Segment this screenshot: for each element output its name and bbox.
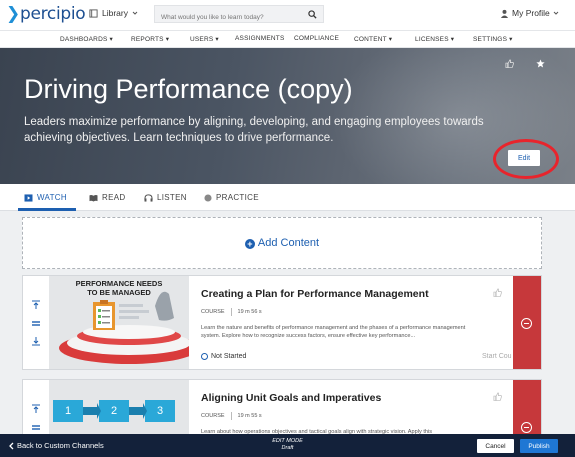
- move-to-top-icon[interactable]: [31, 300, 41, 310]
- active-tab-indicator: [18, 208, 76, 211]
- logo-mark-icon: ❯: [6, 4, 20, 24]
- course-card[interactable]: PERFORMANCE NEEDS TO BE MANAGED Creating…: [22, 275, 542, 370]
- content-type: COURSE: [201, 413, 225, 419]
- tab-read-label: READ: [102, 193, 126, 202]
- minus-circle-icon: [521, 318, 532, 329]
- watch-icon: [24, 193, 33, 202]
- course-duration: 19 m 56 s: [237, 309, 262, 315]
- search-icon[interactable]: [308, 10, 317, 19]
- remove-course-button[interactable]: [513, 276, 541, 369]
- drag-handle-icon[interactable]: [31, 422, 41, 432]
- search-box: [154, 5, 324, 26]
- tab-practice-label: PRACTICE: [216, 193, 259, 202]
- edit-button[interactable]: Edit: [508, 150, 540, 166]
- nav-dashboards[interactable]: DASHBOARDS ▾: [60, 35, 113, 43]
- minus-circle-icon: [521, 422, 532, 433]
- nav-content[interactable]: CONTENT ▾: [354, 35, 392, 43]
- reorder-controls: [23, 276, 49, 369]
- nav-licenses[interactable]: LICENSES ▾: [415, 35, 454, 43]
- tab-watch-label: WATCH: [37, 193, 67, 202]
- status-circle-icon: [201, 353, 208, 360]
- main-nav: DASHBOARDS ▾ REPORTS ▾ USERS ▾ ASSIGNMEN…: [0, 30, 575, 48]
- library-icon: [89, 8, 98, 18]
- course-description: Learn the nature and benefits of perform…: [201, 325, 466, 339]
- step-label: 1: [64, 405, 72, 417]
- logo-text: percipio: [19, 4, 86, 24]
- practice-icon: [204, 193, 212, 202]
- tab-listen-label: LISTEN: [157, 193, 187, 202]
- course-info: Creating a Plan for Performance Manageme…: [201, 276, 512, 369]
- step-label: 2: [110, 405, 118, 417]
- content-type: COURSE: [201, 309, 225, 315]
- headphones-icon: [144, 193, 153, 202]
- media-tabs: WATCH READ LISTEN PRACTICE: [0, 184, 575, 211]
- add-content-button[interactable]: + Add Content: [23, 237, 541, 249]
- chevron-down-icon: [132, 11, 138, 15]
- page-title: Driving Performance (copy): [24, 74, 353, 104]
- course-thumbnail[interactable]: PERFORMANCE NEEDS TO BE MANAGED: [49, 276, 189, 369]
- nav-compliance[interactable]: COMPLIANCE: [294, 35, 339, 42]
- status-label: Not Started: [211, 353, 247, 360]
- drag-handle-icon[interactable]: [31, 318, 41, 328]
- user-icon: [500, 9, 509, 18]
- nav-reports[interactable]: REPORTS ▾: [131, 35, 169, 43]
- library-menu[interactable]: Library: [89, 8, 138, 18]
- search-input[interactable]: [155, 9, 295, 26]
- top-bar: ❯percipio Library My Profile: [0, 0, 575, 30]
- book-icon: [89, 194, 98, 202]
- channel-description: Leaders maximize performance by aligning…: [24, 116, 484, 144]
- course-duration: 19 m 55 s: [237, 413, 262, 419]
- move-to-bottom-icon[interactable]: [31, 336, 41, 346]
- plus-circle-icon: +: [244, 239, 255, 249]
- course-meta: COURSE 19 m 55 s: [201, 412, 262, 420]
- meta-divider: [230, 308, 232, 316]
- tab-practice[interactable]: PRACTICE: [204, 193, 259, 202]
- tab-watch[interactable]: WATCH: [24, 193, 67, 202]
- library-label: Library: [102, 8, 128, 18]
- thumbnail-caption: PERFORMANCE NEEDS TO BE MANAGED: [75, 279, 163, 297]
- course-title[interactable]: Aligning Unit Goals and Imperatives: [201, 392, 381, 404]
- progress-status: Not Started: [201, 353, 246, 360]
- add-content-label: Add Content: [257, 237, 320, 249]
- meta-divider: [230, 412, 232, 420]
- nav-assignments[interactable]: ASSIGNMENTS: [235, 35, 285, 42]
- thumbs-up-icon[interactable]: [493, 288, 502, 297]
- edit-mode-bar: Back to Custom Channels EDIT MODE Draft …: [0, 434, 575, 457]
- nav-settings[interactable]: SETTINGS ▾: [473, 35, 513, 43]
- tab-read[interactable]: READ: [89, 193, 125, 202]
- profile-menu[interactable]: My Profile: [500, 8, 559, 18]
- nav-users[interactable]: USERS ▾: [190, 35, 219, 43]
- star-icon[interactable]: [536, 59, 545, 68]
- course-title[interactable]: Creating a Plan for Performance Manageme…: [201, 288, 429, 300]
- start-course-link[interactable]: Start Cou: [482, 353, 512, 360]
- profile-label: My Profile: [512, 8, 550, 18]
- hero-actions: [505, 59, 545, 68]
- course-meta: COURSE 19 m 56 s: [201, 308, 262, 316]
- thumbs-up-icon[interactable]: [505, 59, 514, 68]
- cancel-button[interactable]: Cancel: [477, 439, 514, 453]
- percipio-logo[interactable]: ❯percipio: [6, 4, 86, 24]
- add-content-area[interactable]: + Add Content: [22, 217, 542, 269]
- move-to-top-icon[interactable]: [31, 404, 41, 414]
- thumbs-up-icon[interactable]: [493, 392, 502, 401]
- tab-listen[interactable]: LISTEN: [144, 193, 187, 202]
- channel-hero: Driving Performance (copy) Leaders maxim…: [0, 48, 575, 184]
- publish-button[interactable]: Publish: [520, 439, 558, 453]
- step-label: 3: [156, 405, 164, 417]
- chevron-down-icon: [553, 11, 559, 15]
